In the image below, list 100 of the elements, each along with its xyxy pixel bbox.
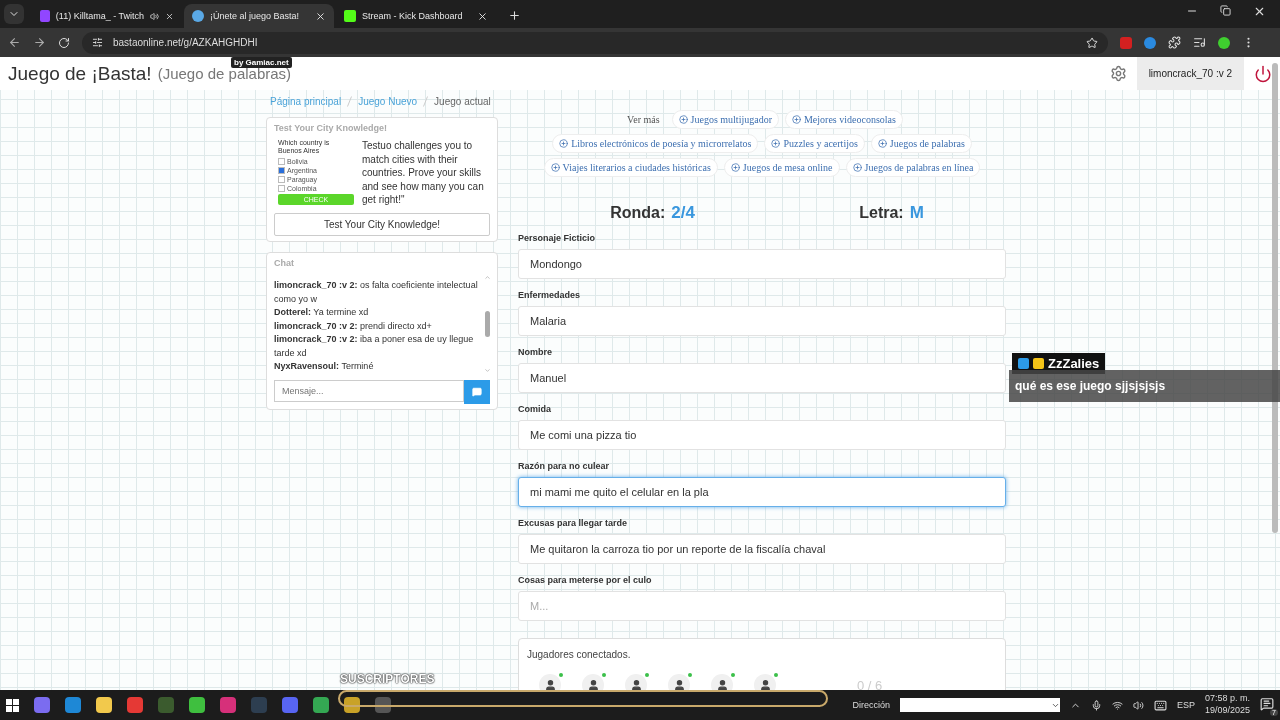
browser-tab[interactable]: ¡Únete al juego Basta! <box>184 4 334 28</box>
chat-message: limoncrack_70 :v 2: prendi directo xd+ <box>274 319 433 333</box>
topic-link[interactable]: Libros electrónicos de poesía y microrrelatos <box>552 134 759 153</box>
round-value: 2/4 <box>671 203 695 223</box>
goal-label: SUSCRIPTORES <box>340 672 435 686</box>
letter-value: M <box>909 203 924 223</box>
ad-description: Testuo challenges you to match cities with their countries. Prove your skills and see how many you can get right!" <box>362 139 485 207</box>
plus-circle-icon <box>730 163 740 172</box>
topic-link[interactable]: Puzzles y acertijos <box>764 134 865 153</box>
topic-link[interactable]: Mejores videoconsolas <box>784 110 903 129</box>
field-label: Cosas para meterse por el culo <box>518 575 653 585</box>
new-tab-icon[interactable] <box>508 9 521 22</box>
answer-field[interactable]: Manuel <box>518 363 1006 393</box>
start-icon[interactable] <box>6 698 19 712</box>
app-icon[interactable] <box>220 697 236 713</box>
clock[interactable]: 07:58 p. m. 19/09/2025 <box>1204 693 1250 717</box>
extensions-icon[interactable] <box>1168 36 1181 49</box>
scrollbar-thumb[interactable] <box>484 310 490 337</box>
page-title: Juego de ¡Basta! <box>8 62 152 85</box>
plus-circle-icon <box>559 139 569 148</box>
field-label: Razón para no culear <box>518 461 611 471</box>
person-icon <box>543 678 557 690</box>
answer-field[interactable]: M... <box>518 591 1006 621</box>
speaker-icon[interactable] <box>1132 699 1144 711</box>
close-icon[interactable] <box>477 10 488 22</box>
slash-icon <box>423 96 429 107</box>
star-icon[interactable] <box>1086 36 1098 49</box>
extension-icon[interactable] <box>1144 36 1156 49</box>
field-label: Comida <box>518 404 552 414</box>
plus-circle-icon <box>550 163 560 172</box>
chat-message: NyxRavensoul: Terminé <box>274 360 375 373</box>
letter-label: Letra: <box>859 204 904 222</box>
players-title: Jugadores conectados. <box>527 649 632 660</box>
keyboard-icon[interactable] <box>1153 698 1167 712</box>
answer-field[interactable]: mi mami me quito el celular en la pla <box>518 477 1006 507</box>
ad-heading: Test Your City Knowledge! <box>274 123 388 133</box>
microphone-icon[interactable] <box>1090 699 1102 711</box>
round-label: Ronda: <box>610 204 666 222</box>
topic-link[interactable]: Juegos de mesa online <box>723 158 840 177</box>
field-label: Enfermedades <box>518 290 582 300</box>
app-icon[interactable] <box>127 697 143 713</box>
person-icon <box>672 678 686 690</box>
answer-field[interactable]: Me quitaron la carroza tio por un reporte de la fiscalía chaval <box>518 534 1006 564</box>
restore-icon[interactable] <box>1220 4 1231 16</box>
answer-field[interactable]: Me comi una pizza tio <box>518 420 1006 450</box>
language-label[interactable]: ESP <box>1176 700 1195 710</box>
site-settings-icon[interactable] <box>92 37 103 48</box>
site-icon <box>192 10 204 22</box>
media-icon[interactable] <box>1193 36 1206 49</box>
speech-bubble-icon <box>472 386 482 397</box>
profile-icon[interactable] <box>1218 36 1230 49</box>
back-icon[interactable] <box>8 36 21 49</box>
topic-link[interactable]: Juegos de palabras en línea <box>845 158 981 177</box>
credit-label: by Gamiac.net <box>231 57 292 68</box>
address-bar[interactable]: bastaonline.net/g/AZKAHGHDHI <box>82 31 1108 54</box>
person-icon <box>715 678 729 690</box>
plus-circle-icon <box>852 163 862 172</box>
app-icon[interactable] <box>189 697 205 713</box>
person-icon <box>629 678 643 690</box>
answer-field[interactable]: Malaria <box>518 306 1006 336</box>
site-icon <box>40 10 50 22</box>
close-icon[interactable] <box>315 10 326 22</box>
topic-link[interactable]: Juegos multijugador <box>671 110 779 129</box>
app-icon[interactable] <box>96 697 112 713</box>
address-label: Dirección <box>852 700 890 710</box>
plus-circle-icon <box>791 115 801 124</box>
app-icon[interactable] <box>282 697 298 713</box>
plus-circle-icon <box>678 115 688 124</box>
ad-button[interactable]: Test Your City Knowledge! <box>274 212 490 236</box>
address-field[interactable] <box>899 698 1060 712</box>
send-button[interactable] <box>464 379 490 404</box>
stream-chat-message: qué es ese juego sjjsjsjsjs <box>1009 370 1280 402</box>
app-icon[interactable] <box>34 697 50 713</box>
field-label: Personaje Ficticio <box>518 233 597 243</box>
settings-icon[interactable] <box>1109 65 1127 82</box>
forward-icon[interactable] <box>33 36 46 49</box>
chat-message: limoncrack_70 :v 2: iba a poner esa de uy llegue tarde xd <box>274 333 475 360</box>
reload-icon[interactable] <box>58 36 70 49</box>
app-icon[interactable] <box>313 697 329 713</box>
power-icon[interactable] <box>1254 64 1272 83</box>
plus-circle-icon <box>771 139 781 148</box>
site-icon <box>344 10 356 22</box>
slash-icon <box>347 96 353 107</box>
topic-link[interactable]: Juegos de palabras <box>870 134 972 153</box>
message-input[interactable]: Mensaje... <box>274 379 464 402</box>
app-icon[interactable] <box>65 697 81 713</box>
wifi-icon[interactable] <box>1111 699 1123 711</box>
page-scrollbar[interactable] <box>1272 63 1278 533</box>
plus-circle-icon <box>877 139 887 148</box>
chat-message: limoncrack_70 :v 2: os falta coeficiente intelectual como yo w <box>274 279 479 306</box>
user-name-box[interactable]: limoncrack_70 :v 2 <box>1136 57 1244 90</box>
person-icon <box>586 678 600 690</box>
browser-tab[interactable]: Stream - Kick Dashboard <box>336 4 496 28</box>
field-label: Nombre <box>518 347 553 357</box>
tab-list-button[interactable] <box>4 4 24 24</box>
chat-message: Dotterel: Ya termine xd <box>274 306 370 319</box>
topic-link[interactable]: Viajes literarios a ciudades históricas <box>543 158 718 177</box>
browser-tab[interactable]: (11) Killtama_ - Twitch <box>32 4 182 28</box>
field-label: Excusas para llegar tarde <box>518 518 629 528</box>
answer-field[interactable]: Mondongo <box>518 249 1006 279</box>
